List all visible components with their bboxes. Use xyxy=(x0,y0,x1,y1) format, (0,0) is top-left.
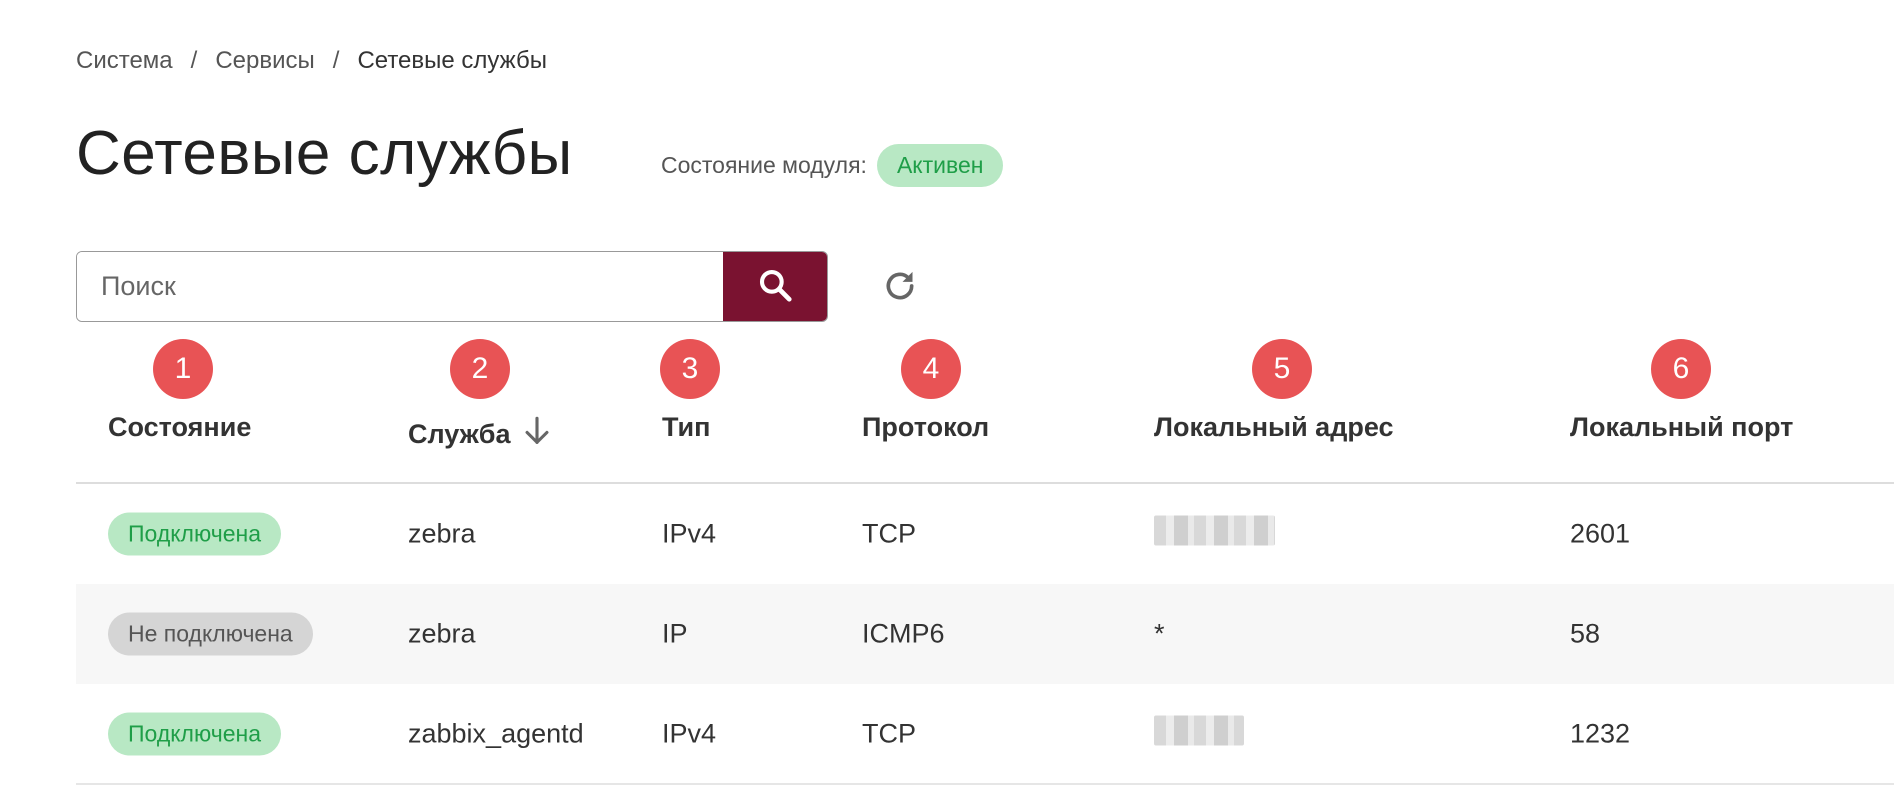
search-box xyxy=(76,251,828,322)
annotation-marker-4: 4 xyxy=(901,339,961,399)
annotation-marker-5: 5 xyxy=(1252,339,1312,399)
local-port-cell: 1232 xyxy=(1570,718,1631,749)
breadcrumb-item-current: Сетевые службы xyxy=(357,47,547,74)
module-state: Состояние модуля: Активен xyxy=(661,144,1004,187)
redacted-address xyxy=(1154,515,1275,546)
annotation-marker-2: 2 xyxy=(450,339,510,399)
status-badge: Подключена xyxy=(108,512,281,556)
breadcrumb-separator: / xyxy=(332,47,340,74)
column-header-local-address[interactable]: Локальный адрес xyxy=(1154,412,1394,443)
column-header-status[interactable]: Состояние xyxy=(108,412,251,443)
search-icon xyxy=(756,266,794,307)
service-cell: zebra xyxy=(408,618,476,649)
network-services-page: Система / Сервисы / Сетевые службы Сетев… xyxy=(0,0,1894,786)
column-header-service[interactable]: Служба xyxy=(408,412,554,457)
service-cell: zebra xyxy=(408,518,476,549)
protocol-cell: TCP xyxy=(862,518,916,549)
breadcrumb-item-system[interactable]: Система xyxy=(76,47,173,75)
local-address-cell xyxy=(1154,715,1244,753)
table-row[interactable]: Не подключена zebra IP ICMP6 * 58 xyxy=(76,584,1894,684)
column-header-label: Состояние xyxy=(108,412,252,442)
table-row[interactable]: Подключена zebra IPv4 TCP 2601 xyxy=(76,484,1894,584)
service-cell: zabbix_agentd xyxy=(408,718,584,749)
local-address-cell xyxy=(1154,515,1275,553)
column-header-type[interactable]: Тип xyxy=(662,412,710,443)
annotation-marker-3: 3 xyxy=(660,339,720,399)
refresh-icon xyxy=(880,266,920,311)
breadcrumb: Система / Сервисы / Сетевые службы xyxy=(76,47,547,75)
type-cell: IPv4 xyxy=(662,518,717,549)
column-header-label: Протокол xyxy=(862,412,990,442)
local-port-cell: 2601 xyxy=(1570,518,1631,549)
annotation-marker-1: 1 xyxy=(153,339,213,399)
status-cell: Не подключена xyxy=(108,612,313,656)
search-button[interactable] xyxy=(723,252,827,321)
redacted-address xyxy=(1154,715,1244,746)
refresh-button[interactable] xyxy=(878,266,922,310)
page-title: Сетевые службы xyxy=(76,119,573,188)
column-header-label: Локальный порт xyxy=(1570,412,1794,442)
local-port-cell: 58 xyxy=(1570,618,1601,649)
arrow-down-icon[interactable] xyxy=(520,412,554,457)
status-badge: Подключена xyxy=(108,712,281,756)
type-cell: IPv4 xyxy=(662,718,717,749)
status-badge: Не подключена xyxy=(108,612,313,656)
module-state-label: Состояние модуля: xyxy=(661,152,867,178)
column-header-local-port[interactable]: Локальный порт xyxy=(1570,412,1793,443)
status-cell: Подключена xyxy=(108,512,281,556)
column-header-label: Локальный адрес xyxy=(1154,412,1394,442)
module-state-badge: Активен xyxy=(876,144,1004,187)
protocol-cell: TCP xyxy=(862,718,916,749)
column-header-label: Тип xyxy=(662,412,711,442)
search-input[interactable] xyxy=(77,252,723,321)
status-cell: Подключена xyxy=(108,712,281,756)
column-header-label: Служба xyxy=(408,419,511,449)
protocol-cell: ICMP6 xyxy=(862,618,945,649)
type-cell: IP xyxy=(662,618,688,649)
breadcrumb-item-services[interactable]: Сервисы xyxy=(215,47,314,75)
table-bottom-divider xyxy=(76,783,1894,785)
column-header-protocol[interactable]: Протокол xyxy=(862,412,989,443)
annotation-marker-6: 6 xyxy=(1651,339,1711,399)
table-row[interactable]: Подключена zabbix_agentd IPv4 TCP 1232 xyxy=(76,684,1894,784)
local-address-cell: * xyxy=(1154,618,1165,649)
breadcrumb-separator: / xyxy=(190,47,198,74)
